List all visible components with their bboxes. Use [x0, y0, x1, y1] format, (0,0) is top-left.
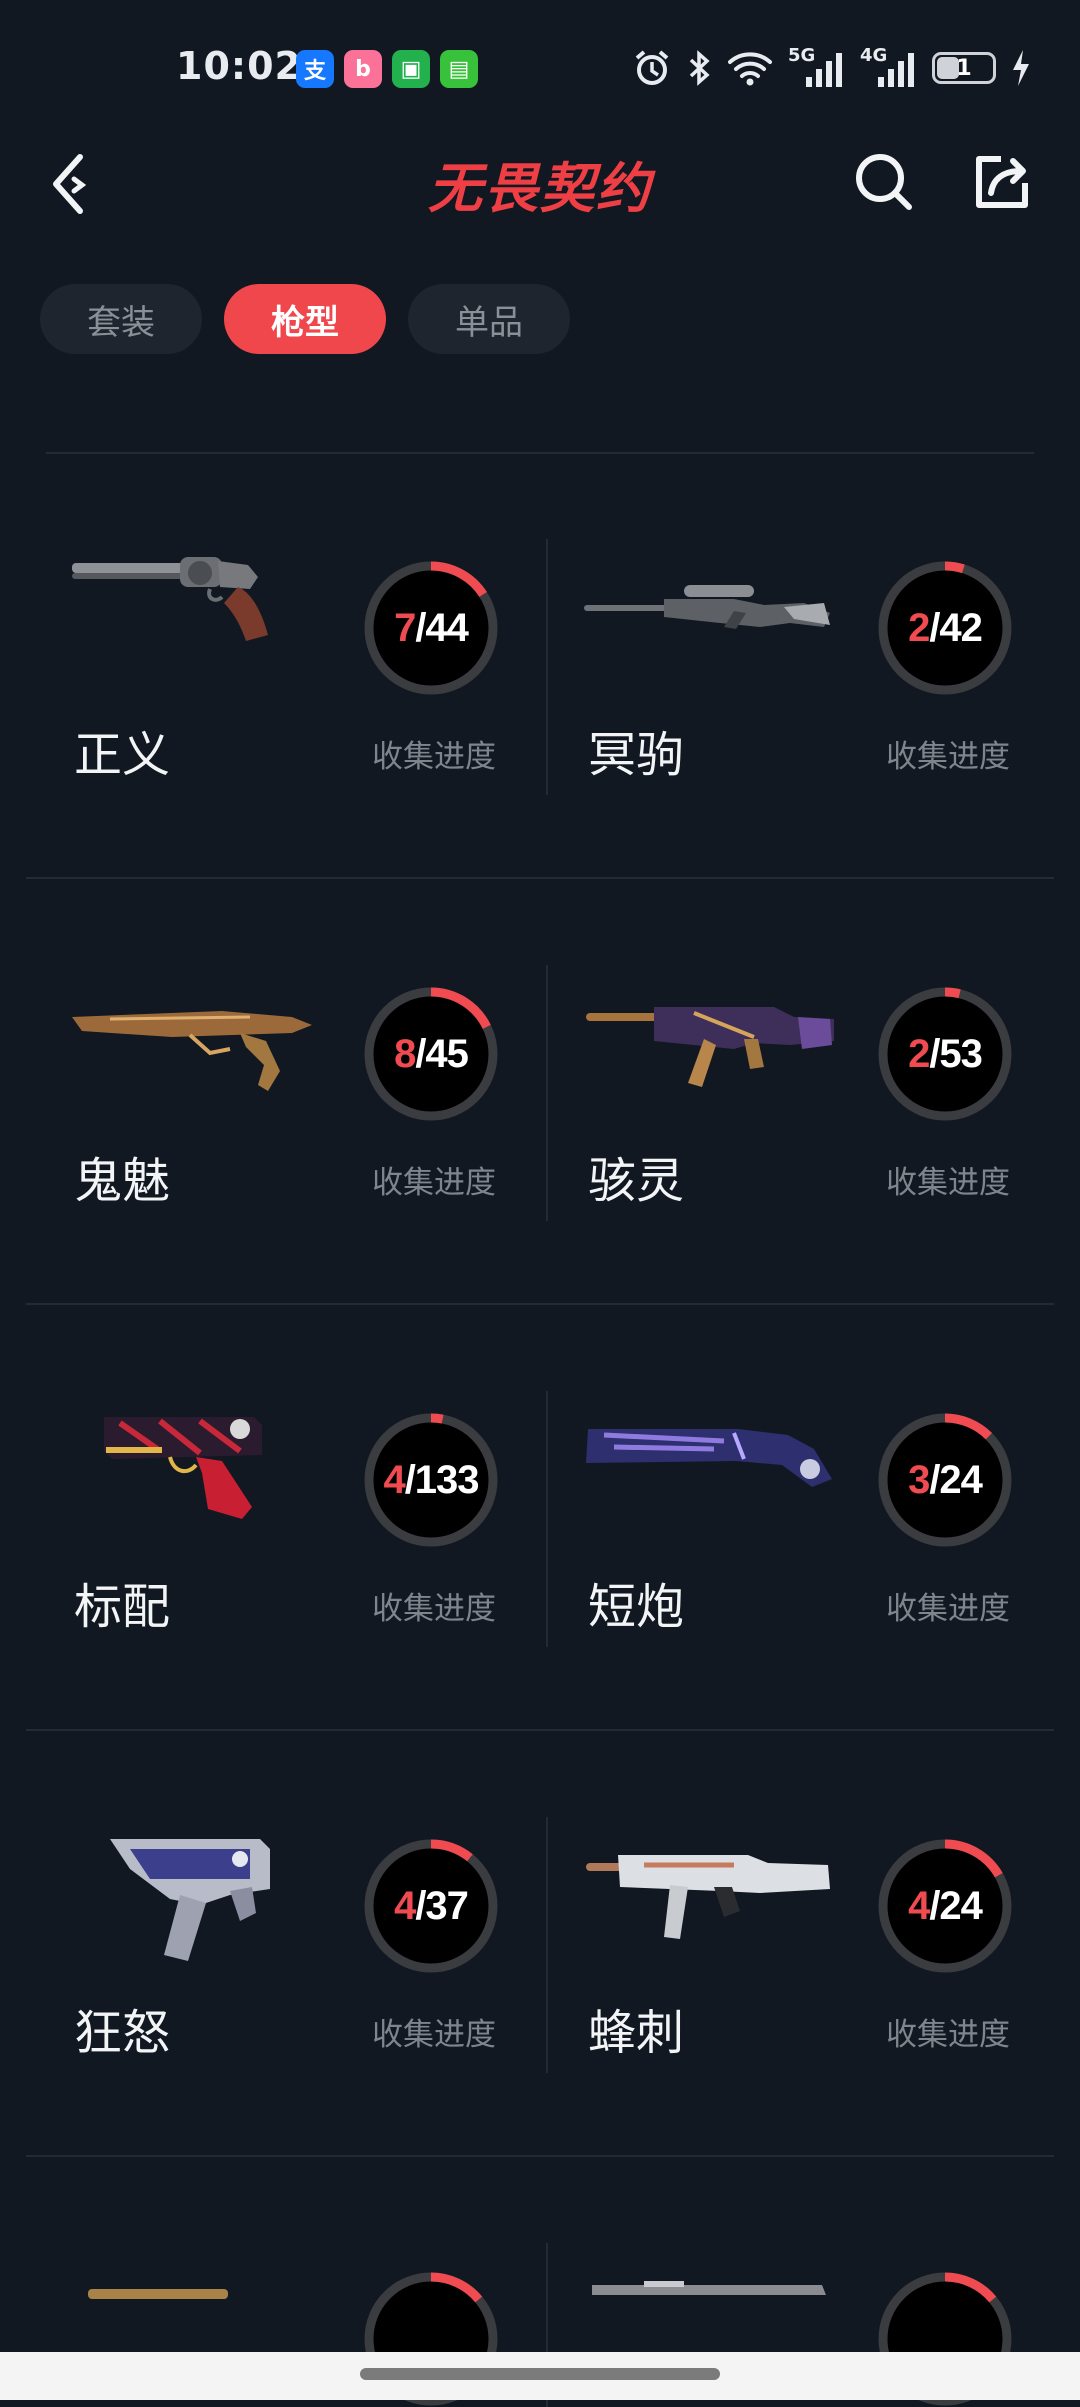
weapon-card[interactable]: 短炮 3/24 收集进度 [540, 1305, 1054, 1729]
message-icon: ▤ [440, 50, 478, 88]
weapon-row: 正义 7/44 收集进度 冥驹 2/42 收集进度 [26, 453, 1054, 879]
tab-suits[interactable]: 套装 [40, 284, 202, 354]
weapon-name: 冥驹 [588, 727, 685, 783]
progress-count: 7/44 [361, 558, 501, 698]
revolver-image [70, 547, 320, 687]
weapon-name: 鬼魅 [74, 1153, 171, 1209]
tab-single-items[interactable]: 单品 [408, 284, 570, 354]
progress-count: 4/24 [875, 1836, 1015, 1976]
bilibili-icon: b [344, 50, 382, 88]
owned-count: 4 [383, 1457, 405, 1502]
weapon-row: 鬼魅 8/45 收集进度 骇灵 2/53 收集进度 [26, 879, 1054, 1305]
weapon-card[interactable]: 正义 7/44 收集进度 [26, 453, 540, 877]
status-icons: 5G 4G 1 [632, 44, 1032, 92]
weapon-card[interactable]: 蜂刺 4/24 收集进度 [540, 1731, 1054, 2155]
weapon-row: 狂怒 4/37 收集进度 蜂刺 4/24 收集进度 [26, 1731, 1054, 2157]
weapon-card[interactable]: 鬼魅 8/45 收集进度 [26, 879, 540, 1303]
progress-label: 收集进度 [372, 1165, 496, 1201]
progress-label: 收集进度 [886, 739, 1010, 775]
sniper-rifle-image [584, 547, 834, 687]
total-count: /42 [929, 605, 983, 650]
signal-4g-icon: 4G [860, 47, 918, 89]
owned-count: 7 [394, 605, 416, 650]
total-count: /53 [929, 1031, 983, 1076]
total-count: /133 [404, 1457, 480, 1502]
owned-count: 2 [908, 1031, 930, 1076]
weapon-row: 标配 4/133 收集进度 短炮 3/24 收集进度 [26, 1305, 1054, 1731]
owned-count: 8 [394, 1031, 416, 1076]
progress-ring: 8/45 [361, 984, 501, 1124]
pistol-image [70, 973, 320, 1113]
charging-icon [1013, 50, 1029, 86]
progress-count: 2/53 [875, 984, 1015, 1124]
progress-ring: 3/24 [875, 1410, 1015, 1550]
bluetooth-icon [689, 50, 710, 86]
owned-count: 2 [908, 605, 930, 650]
progress-count: 2/42 [875, 558, 1015, 698]
total-count: /45 [415, 1031, 469, 1076]
status-time: 10:02 [176, 44, 302, 88]
progress-ring: 4/24 [875, 1836, 1015, 1976]
category-tabs: 套装 枪型 单品 [40, 284, 570, 354]
weapon-card[interactable]: 骇灵 2/53 收集进度 [540, 879, 1054, 1303]
total-count: /24 [929, 1883, 983, 1928]
progress-ring: 2/53 [875, 984, 1015, 1124]
weapon-name: 骇灵 [588, 1153, 685, 1209]
total-count: /37 [415, 1883, 469, 1928]
owned-count: 4 [908, 1883, 930, 1928]
share-button[interactable] [964, 144, 1040, 220]
progress-label: 收集进度 [886, 1165, 1010, 1201]
weapon-name: 正义 [74, 727, 171, 783]
progress-label: 收集进度 [372, 1591, 496, 1627]
weapon-name: 标配 [74, 1579, 171, 1635]
alipay-icon: 支 [296, 50, 334, 88]
alarm-icon [635, 50, 669, 85]
battery-level: 1 [956, 55, 972, 81]
status-bar: 10:02 支 b ▣ ▤ 5G 4G 1 [0, 0, 1080, 130]
share-icon [976, 156, 1028, 208]
progress-ring: 2/42 [875, 558, 1015, 698]
progress-label: 收集进度 [886, 1591, 1010, 1627]
short-shotgun-image [584, 1399, 834, 1539]
weapon-name: 狂怒 [74, 2005, 171, 2061]
total-count: /24 [929, 1457, 983, 1502]
tab-weapon-type[interactable]: 枪型 [224, 284, 386, 354]
weapon-name: 蜂刺 [588, 2005, 685, 2061]
weapon-card[interactable]: 狂怒 4/37 收集进度 [26, 1731, 540, 2155]
progress-count: 4/133 [361, 1410, 501, 1550]
progress-label: 收集进度 [886, 2017, 1010, 2053]
weapon-card[interactable]: 标配 4/133 收集进度 [26, 1305, 540, 1729]
progress-ring: 4/133 [361, 1410, 501, 1550]
progress-label: 收集进度 [372, 739, 496, 775]
progress-count: 8/45 [361, 984, 501, 1124]
weapon-grid: 正义 7/44 收集进度 冥驹 2/42 收集进度 鬼魅 8 /45 收集进度 … [26, 453, 1054, 2407]
smg-image [584, 973, 834, 1113]
wifi-icon [728, 52, 772, 86]
battery-icon: 1 [932, 52, 996, 84]
total-count: /44 [415, 605, 469, 650]
progress-ring: 4/37 [361, 1836, 501, 1976]
owned-count: 4 [394, 1883, 416, 1928]
owned-count: 3 [908, 1457, 930, 1502]
search-button[interactable] [846, 144, 922, 220]
weapon-name: 短炮 [588, 1579, 685, 1635]
frenzy-pistol-image [70, 1825, 320, 1965]
progress-count: 3/24 [875, 1410, 1015, 1550]
progress-label: 收集进度 [372, 2017, 496, 2053]
home-indicator[interactable] [360, 2368, 720, 2380]
weapon-card[interactable]: 冥驹 2/42 收集进度 [540, 453, 1054, 877]
top-bar: 无畏契约 [0, 130, 1080, 240]
progress-count: 4/37 [361, 1836, 501, 1976]
stinger-smg-image [584, 1825, 834, 1965]
signal-5g-icon: 5G [788, 47, 846, 89]
progress-ring: 7/44 [361, 558, 501, 698]
classic-pistol-image [70, 1399, 320, 1539]
store-icon: ▣ [392, 50, 430, 88]
search-icon [856, 154, 912, 210]
